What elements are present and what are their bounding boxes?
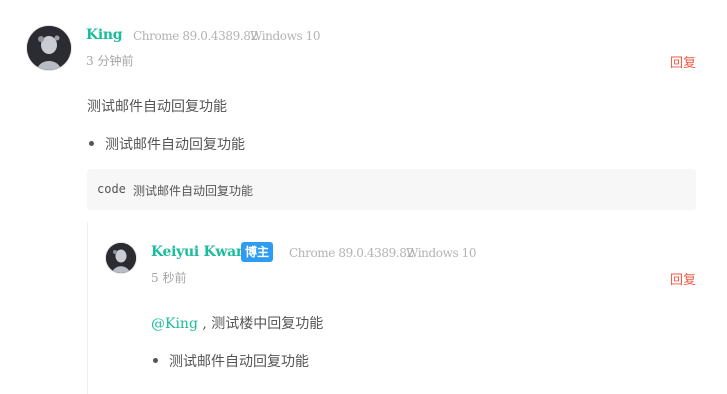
browser-info: Chrome 89.0.4389.82: [133, 29, 258, 43]
list-bullet: [89, 141, 94, 146]
mention-link[interactable]: @King: [151, 316, 198, 332]
reply-list-item: 测试邮件自动回复功能: [169, 354, 309, 370]
reply-button[interactable]: 回复: [670, 52, 696, 71]
reply-time: 5 秒前: [151, 271, 187, 285]
os-info: Windows 10: [250, 29, 321, 43]
comment-paragraph: 测试邮件自动回复功能: [87, 99, 227, 115]
code-block: code 测试邮件自动回复功能: [87, 169, 696, 210]
admin-badge: 博主: [241, 242, 274, 262]
reply-text: , 测试楼中回复功能: [197, 316, 324, 332]
avatar-image: [27, 26, 71, 70]
reply-list-bullet: [153, 358, 158, 363]
avatar[interactable]: [27, 26, 71, 70]
nested-reply-border: [87, 222, 88, 394]
list-item: 测试邮件自动回复功能: [105, 137, 245, 153]
reply-avatar[interactable]: [106, 243, 136, 273]
reply-paragraph: @King , 测试楼中回复功能: [151, 313, 323, 333]
reply-os-info: Windows 10: [406, 246, 477, 260]
reply-reply-button[interactable]: 回复: [670, 269, 696, 288]
reply-author[interactable]: Keiyui Kwan: [151, 244, 246, 260]
avatar-image: [106, 243, 136, 273]
reply-browser-info: Chrome 89.0.4389.82: [289, 246, 414, 260]
comment-time: 3 分钟前: [86, 54, 134, 68]
code-keyword: code: [97, 182, 126, 196]
comment-author[interactable]: King: [86, 27, 123, 43]
code-text: 测试邮件自动回复功能: [133, 184, 254, 198]
